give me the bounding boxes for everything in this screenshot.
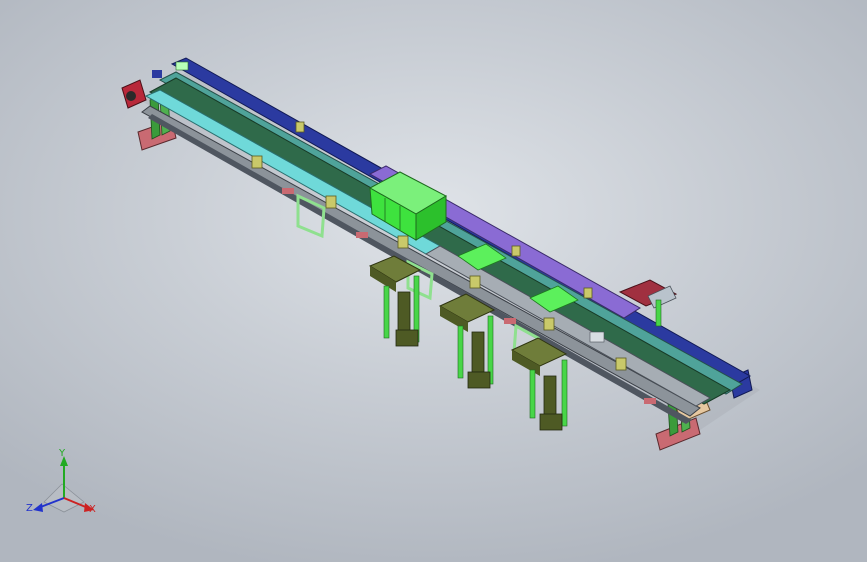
red-clamp <box>282 188 294 194</box>
sensor-box <box>589 331 605 343</box>
lift-station-2 <box>438 293 496 389</box>
bracket <box>295 121 305 133</box>
cad-viewport[interactable]: Y Z X <box>0 0 867 562</box>
conveyor-assembly-model[interactable] <box>0 0 867 562</box>
lift-station-3 <box>510 337 568 431</box>
bracket <box>397 235 409 249</box>
bracket <box>543 317 555 331</box>
z-axis-arrow <box>33 503 43 512</box>
right-foot <box>655 417 701 451</box>
bracket <box>583 287 593 299</box>
y-axis-label: Y <box>59 448 66 459</box>
red-clamp <box>644 398 656 404</box>
bracket <box>511 245 521 257</box>
bracket <box>615 357 627 371</box>
end-detail <box>175 61 189 71</box>
orientation-triad[interactable]: Y Z X <box>22 446 106 522</box>
bracket <box>325 195 337 209</box>
conveyor-belt <box>148 77 732 405</box>
x-axis-label: X <box>89 504 96 515</box>
z-axis-label: Z <box>26 503 33 514</box>
red-clamp <box>504 318 516 324</box>
bracket <box>469 275 481 289</box>
left-drive-roller <box>126 91 136 101</box>
end-detail <box>152 70 162 78</box>
bracket <box>251 155 263 169</box>
red-clamp <box>356 232 368 238</box>
lift-station-1 <box>368 255 422 347</box>
